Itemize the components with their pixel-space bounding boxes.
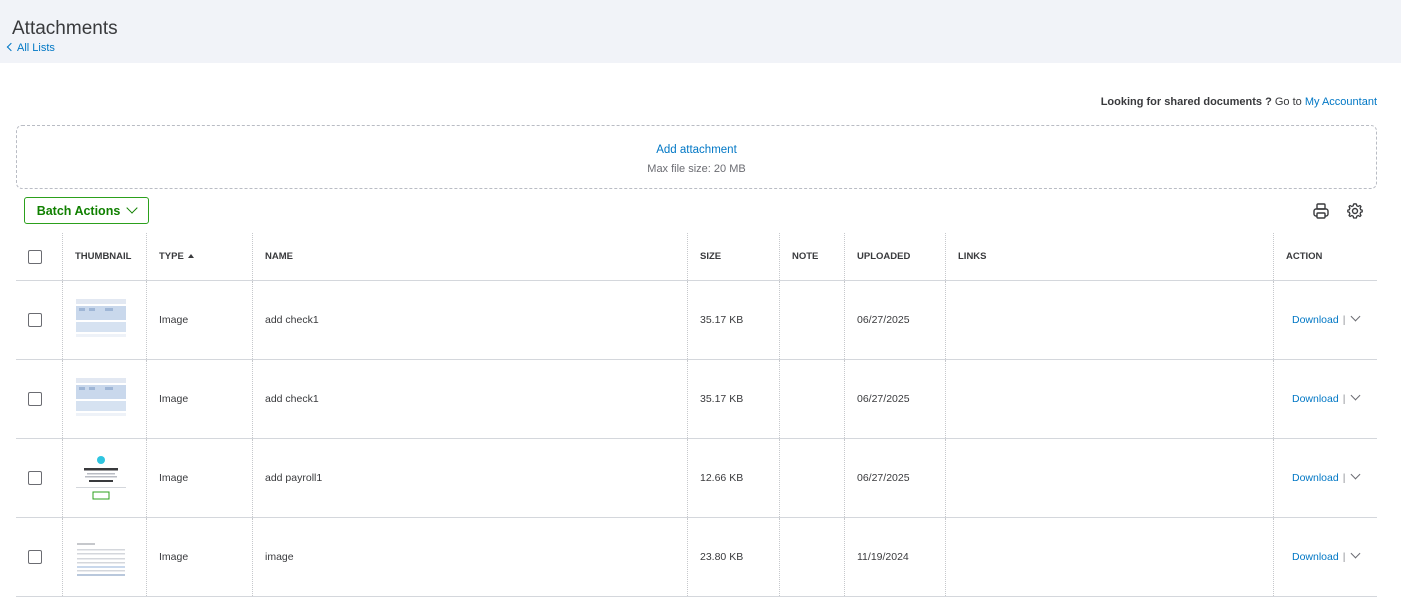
type-cell: Image bbox=[146, 359, 253, 439]
note-cell[interactable] bbox=[779, 280, 845, 360]
note-cell[interactable] bbox=[779, 438, 845, 518]
type-cell: Image bbox=[146, 517, 253, 597]
page-title: Attachments bbox=[12, 18, 118, 39]
batch-actions-button[interactable]: Batch Actions bbox=[24, 197, 149, 224]
links-cell bbox=[945, 438, 1274, 518]
uploaded-cell: 06/27/2025 bbox=[844, 438, 946, 518]
table-row: Image add check1 35.17 KB 06/27/2025 Dow… bbox=[16, 359, 1377, 439]
row-checkbox[interactable] bbox=[28, 471, 42, 485]
chevron-down-icon bbox=[126, 201, 138, 214]
attachments-table: THUMBNAIL TYPE NAME SIZE NOTE UPLOADED L… bbox=[16, 233, 1377, 597]
select-all-checkbox[interactable] bbox=[28, 249, 42, 264]
row-select-cell bbox=[16, 359, 63, 439]
uploaded-cell: 06/27/2025 bbox=[844, 280, 946, 360]
name-cell: add check1 bbox=[252, 280, 688, 360]
column-header-name[interactable]: NAME bbox=[252, 233, 688, 281]
action-cell: Download | bbox=[1273, 280, 1377, 360]
shared-documents-middle: Go to bbox=[1271, 96, 1305, 108]
chevron-down-icon[interactable] bbox=[1350, 548, 1361, 559]
thumbnail-cell bbox=[62, 280, 147, 360]
column-header-links: LINKS bbox=[945, 233, 1274, 281]
document-screenshot-thumbnail[interactable] bbox=[75, 530, 127, 581]
links-cell bbox=[945, 280, 1274, 360]
row-select-cell bbox=[16, 438, 63, 518]
all-lists-label: All Lists bbox=[17, 42, 55, 54]
all-lists-link[interactable]: All Lists bbox=[6, 42, 55, 54]
thumbnail-cell bbox=[62, 438, 147, 518]
action-divider: | bbox=[1342, 393, 1346, 405]
sort-ascending-icon bbox=[187, 254, 194, 258]
gear-icon[interactable] bbox=[1346, 202, 1364, 220]
shared-documents-note: Looking for shared documents ? Go to My … bbox=[1101, 96, 1377, 108]
chevron-down-icon[interactable] bbox=[1350, 311, 1361, 322]
action-divider: | bbox=[1342, 314, 1346, 326]
action-cell: Download | bbox=[1273, 359, 1377, 439]
action-divider: | bbox=[1342, 551, 1346, 563]
table-row: Image add check1 35.17 KB 06/27/2025 Dow… bbox=[16, 280, 1377, 360]
batch-actions-label: Batch Actions bbox=[36, 203, 121, 218]
chevron-left-icon bbox=[6, 42, 16, 52]
name-cell: image bbox=[252, 517, 688, 597]
download-link[interactable]: Download bbox=[1292, 393, 1339, 405]
chevron-down-icon[interactable] bbox=[1350, 469, 1361, 480]
note-cell[interactable] bbox=[779, 517, 845, 597]
max-file-size-text: Max file size: 20 MB bbox=[647, 163, 746, 175]
size-cell: 23.80 KB bbox=[687, 517, 780, 597]
action-cell: Download | bbox=[1273, 517, 1377, 597]
links-cell bbox=[945, 517, 1274, 597]
size-cell: 35.17 KB bbox=[687, 280, 780, 360]
table-header-row: THUMBNAIL TYPE NAME SIZE NOTE UPLOADED L… bbox=[16, 233, 1377, 281]
table-row: Image add payroll1 12.66 KB 06/27/2025 D… bbox=[16, 438, 1377, 518]
row-checkbox[interactable] bbox=[28, 313, 42, 327]
column-header-action: ACTION bbox=[1273, 233, 1377, 281]
type-cell: Image bbox=[146, 438, 253, 518]
header-select-all bbox=[16, 233, 63, 281]
my-accountant-link[interactable]: My Accountant bbox=[1305, 96, 1377, 108]
row-checkbox[interactable] bbox=[28, 550, 42, 564]
name-cell: add payroll1 bbox=[252, 438, 688, 518]
column-header-thumbnail: THUMBNAIL bbox=[62, 233, 147, 281]
add-attachment-link[interactable]: Add attachment bbox=[17, 144, 1376, 156]
name-cell: add check1 bbox=[252, 359, 688, 439]
size-cell: 35.17 KB bbox=[687, 359, 780, 439]
row-checkbox[interactable] bbox=[28, 392, 42, 406]
column-header-note[interactable]: NOTE bbox=[779, 233, 845, 281]
action-divider: | bbox=[1342, 472, 1346, 484]
check-screenshot-thumbnail[interactable] bbox=[75, 293, 127, 344]
attachment-dropzone[interactable]: Add attachment Max file size: 20 MB bbox=[16, 125, 1377, 189]
column-header-type[interactable]: TYPE bbox=[146, 233, 253, 281]
table-row: Image image 23.80 KB 11/19/2024 Download… bbox=[16, 517, 1377, 597]
uploaded-cell: 11/19/2024 bbox=[844, 517, 946, 597]
check-screenshot-thumbnail[interactable] bbox=[75, 372, 127, 423]
column-header-uploaded[interactable]: UPLOADED bbox=[844, 233, 946, 281]
download-link[interactable]: Download bbox=[1292, 551, 1339, 563]
shared-documents-prefix: Looking for shared documents ? bbox=[1100, 96, 1272, 108]
row-select-cell bbox=[16, 517, 63, 597]
size-cell: 12.66 KB bbox=[687, 438, 780, 518]
type-cell: Image bbox=[146, 280, 253, 360]
page-header: Attachments All Lists bbox=[0, 0, 1401, 63]
download-link[interactable]: Download bbox=[1292, 472, 1339, 484]
note-cell[interactable] bbox=[779, 359, 845, 439]
column-header-size[interactable]: SIZE bbox=[687, 233, 780, 281]
row-select-cell bbox=[16, 280, 63, 360]
chevron-down-icon[interactable] bbox=[1350, 390, 1361, 401]
printer-icon[interactable] bbox=[1312, 202, 1330, 220]
uploaded-cell: 06/27/2025 bbox=[844, 359, 946, 439]
thumbnail-cell bbox=[62, 359, 147, 439]
links-cell bbox=[945, 359, 1274, 439]
thumbnail-cell bbox=[62, 517, 147, 597]
action-cell: Download | bbox=[1273, 438, 1377, 518]
download-link[interactable]: Download bbox=[1292, 314, 1339, 326]
column-type-label: TYPE bbox=[159, 251, 184, 262]
payroll-screenshot-thumbnail[interactable] bbox=[75, 451, 127, 502]
